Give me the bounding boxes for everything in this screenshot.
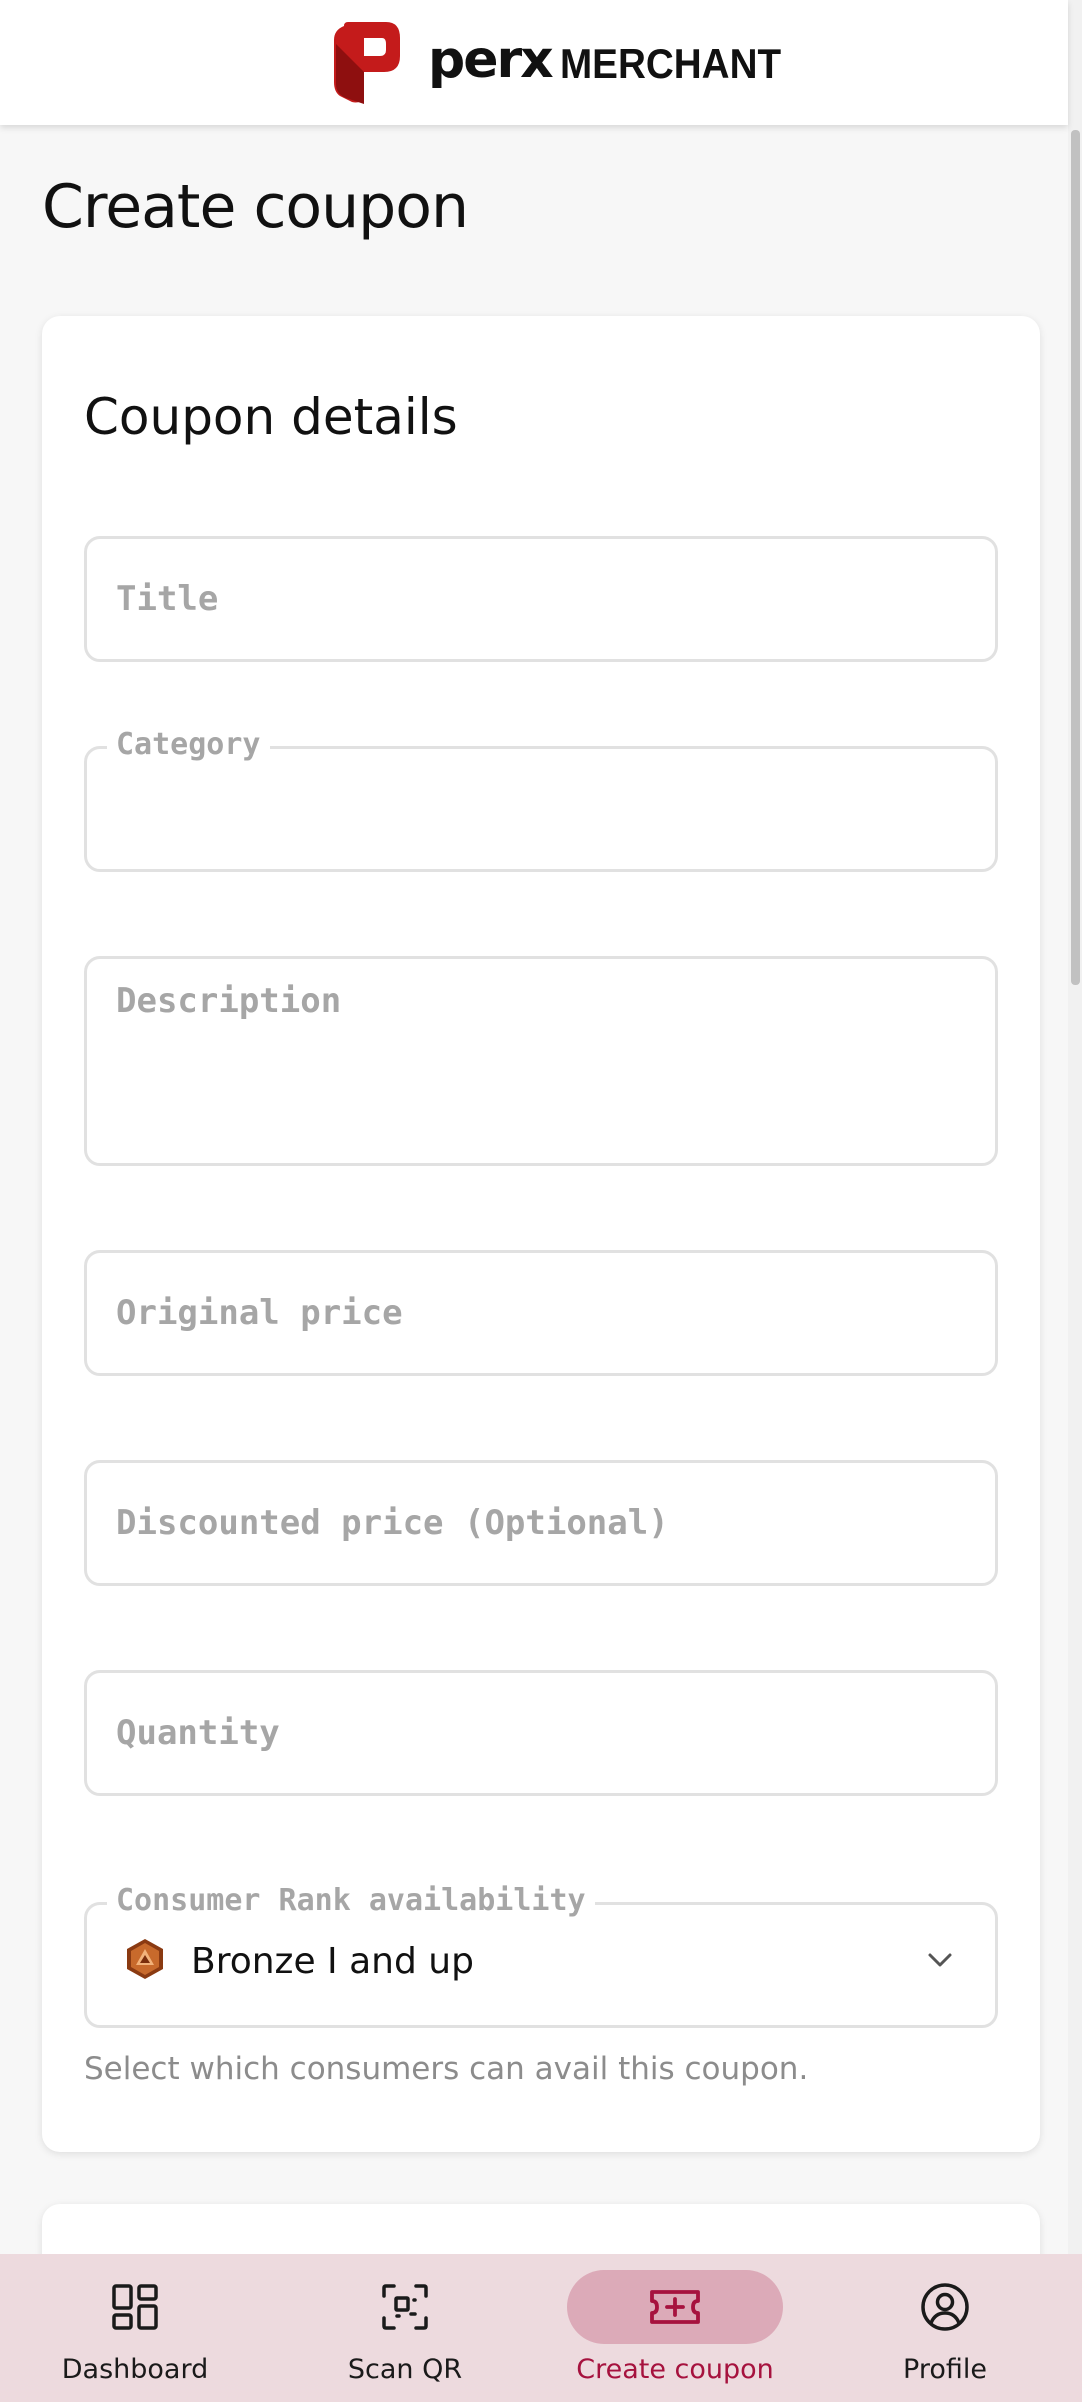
category-select[interactable]: Category (84, 727, 998, 872)
section-title: Coupon details (84, 388, 458, 446)
perx-logo-icon (334, 22, 400, 104)
nav-create-coupon-icon-wrap (567, 2270, 783, 2344)
scan-qr-icon (382, 2284, 428, 2330)
brand-name-merchant: MERCHANT (559, 40, 781, 87)
consumer-rank-select[interactable]: Consumer Rank availability Bronze I and … (84, 1883, 998, 2028)
nav-dashboard-label: Dashboard (61, 2354, 209, 2385)
quantity-input[interactable]: Quantity (84, 1670, 998, 1796)
title-placeholder: Title (116, 579, 219, 619)
nav-scan-qr-label: Scan QR (347, 2354, 463, 2385)
nav-dashboard[interactable]: Dashboard (20, 2254, 250, 2402)
brand-name-perx: perx (428, 30, 554, 90)
nav-create-coupon[interactable]: Create coupon (560, 2254, 790, 2402)
coupon-details-card: Coupon details Title Category Descriptio… (42, 316, 1040, 2152)
scrollbar-thumb[interactable] (1071, 130, 1080, 985)
brand-logo[interactable]: perx MERCHANT (330, 20, 800, 106)
original-price-input[interactable]: Original price (84, 1250, 998, 1376)
consumer-rank-value: Bronze I and up (191, 1941, 474, 1982)
nav-scan-qr-icon-wrap (297, 2270, 513, 2344)
nav-profile[interactable]: Profile (830, 2254, 1060, 2402)
discounted-price-placeholder: Discounted price (Optional) (116, 1503, 669, 1543)
description-placeholder: Description (116, 981, 342, 1021)
bronze-rank-icon (127, 1939, 163, 1979)
nav-profile-label: Profile (903, 2354, 987, 2385)
bottom-navigation: Dashboard Scan QR Create coupon Profile (0, 2254, 1082, 2402)
chevron-down-icon (928, 1953, 952, 1967)
page-title: Create coupon (42, 172, 469, 242)
quantity-placeholder: Quantity (116, 1713, 280, 1753)
category-label: Category (107, 727, 270, 762)
nav-create-coupon-label: Create coupon (576, 2354, 774, 2385)
profile-icon (921, 2283, 969, 2331)
nav-dashboard-icon-wrap (27, 2270, 243, 2344)
description-textarea[interactable]: Description (84, 956, 998, 1166)
consumer-rank-label: Consumer Rank availability (107, 1883, 595, 1918)
nav-scan-qr[interactable]: Scan QR (290, 2254, 520, 2402)
app-header: perx MERCHANT (0, 0, 1068, 125)
dashboard-icon (112, 2284, 158, 2330)
consumer-rank-helper-text: Select which consumers can avail this co… (84, 2051, 809, 2087)
title-input[interactable]: Title (84, 536, 998, 662)
nav-profile-icon-wrap (837, 2270, 1053, 2344)
original-price-placeholder: Original price (116, 1293, 403, 1333)
discounted-price-input[interactable]: Discounted price (Optional) (84, 1460, 998, 1586)
ticket-plus-icon (650, 2290, 700, 2324)
